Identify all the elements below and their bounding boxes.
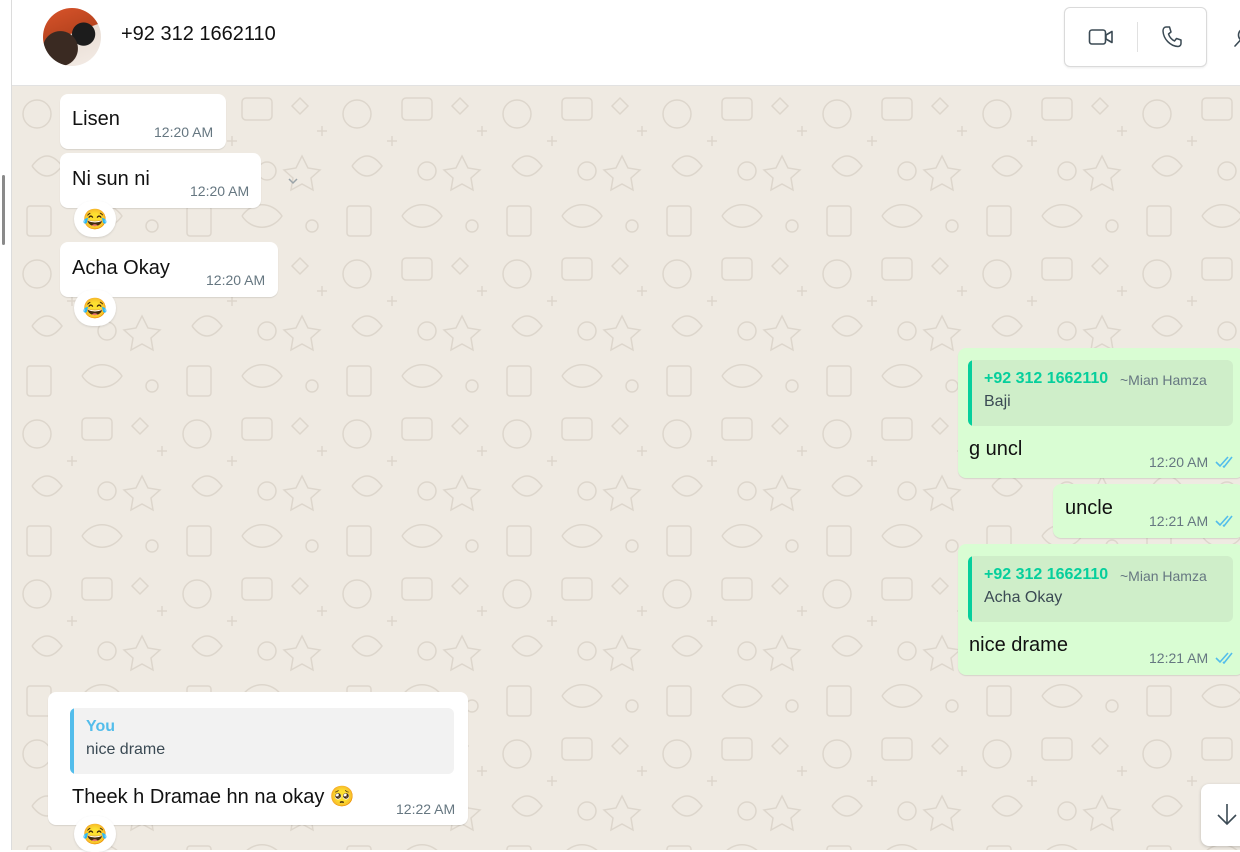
- search-button[interactable]: [1232, 25, 1240, 51]
- quote-author: +92 312 1662110: [984, 370, 1108, 388]
- quote-text: nice drame: [86, 741, 165, 759]
- contact-name[interactable]: +92 312 1662110: [121, 23, 276, 46]
- reaction-badge[interactable]: 😂: [74, 816, 116, 852]
- message-time: 12:20 AM: [206, 272, 265, 288]
- message-text: g uncl: [969, 438, 1022, 461]
- message-text: Theek h Dramae hn na okay 🥺: [72, 784, 355, 809]
- reaction-emoji: 😂: [83, 822, 108, 847]
- quote-accent-bar: [70, 708, 74, 774]
- reaction-emoji: 😂: [83, 296, 108, 321]
- message-bubble-incoming[interactable]: Ni sun ni 12:20 AM: [60, 153, 261, 208]
- message-bubble-incoming[interactable]: Lisen 12:20 AM: [60, 94, 226, 149]
- quoted-message[interactable]: +92 312 1662110 ~Mian Hamza Acha Okay: [968, 556, 1233, 622]
- quote-accent-bar: [968, 556, 972, 622]
- message-text: Acha Okay: [72, 257, 170, 280]
- video-call-icon: [1088, 27, 1114, 47]
- divider: [1137, 22, 1138, 52]
- message-text: Lisen: [72, 108, 120, 131]
- left-scrollbar[interactable]: [2, 175, 5, 245]
- quoted-message[interactable]: +92 312 1662110 ~Mian Hamza Baji: [968, 360, 1233, 426]
- chat-header: +92 312 1662110: [12, 0, 1240, 86]
- message-time: 12:21 AM: [1149, 513, 1208, 529]
- quote-accent-bar: [968, 360, 972, 426]
- message-time: 12:20 AM: [154, 124, 213, 140]
- arrow-down-icon: [1215, 802, 1239, 828]
- message-time: 12:22 AM: [396, 801, 455, 817]
- quote-author-name: ~Mian Hamza: [1120, 568, 1207, 584]
- read-ticks-icon: [1215, 652, 1235, 664]
- message-text: nice drame: [969, 634, 1068, 657]
- search-icon: [1232, 25, 1240, 51]
- reaction-emoji: 😂: [83, 207, 108, 232]
- voice-call-button[interactable]: [1155, 23, 1189, 51]
- message-bubble-outgoing[interactable]: +92 312 1662110 ~Mian Hamza Baji g uncl …: [958, 348, 1240, 478]
- message-bubble-outgoing[interactable]: uncle 12:21 AM: [1053, 484, 1240, 538]
- quoted-message[interactable]: You nice drame: [70, 708, 454, 774]
- quote-author: You: [86, 718, 115, 736]
- quote-text: Acha Okay: [984, 589, 1062, 607]
- quote-text: Baji: [984, 393, 1011, 411]
- message-text: uncle: [1065, 497, 1113, 520]
- chevron-down-icon[interactable]: [284, 172, 302, 190]
- voice-call-icon: [1161, 25, 1183, 49]
- message-bubble-incoming[interactable]: You nice drame Theek h Dramae hn na okay…: [48, 692, 468, 825]
- message-time: 12:20 AM: [1149, 454, 1208, 470]
- scroll-to-bottom-button[interactable]: [1201, 784, 1240, 846]
- message-text: Ni sun ni: [72, 168, 150, 191]
- reaction-badge[interactable]: 😂: [74, 290, 116, 326]
- message-bubble-incoming[interactable]: Acha Okay 12:20 AM: [60, 242, 278, 297]
- quote-author-name: ~Mian Hamza: [1120, 372, 1207, 388]
- left-panel-edge: [0, 0, 12, 850]
- avatar[interactable]: [43, 8, 101, 66]
- read-ticks-icon: [1215, 515, 1235, 527]
- message-time: 12:21 AM: [1149, 650, 1208, 666]
- message-bubble-outgoing[interactable]: +92 312 1662110 ~Mian Hamza Acha Okay ni…: [958, 544, 1240, 675]
- reaction-badge[interactable]: 😂: [74, 201, 116, 237]
- quote-author: +92 312 1662110: [984, 566, 1108, 584]
- video-call-button[interactable]: [1083, 23, 1119, 51]
- read-ticks-icon: [1215, 456, 1235, 468]
- call-buttons-group: [1064, 7, 1207, 67]
- message-time: 12:20 AM: [190, 183, 249, 199]
